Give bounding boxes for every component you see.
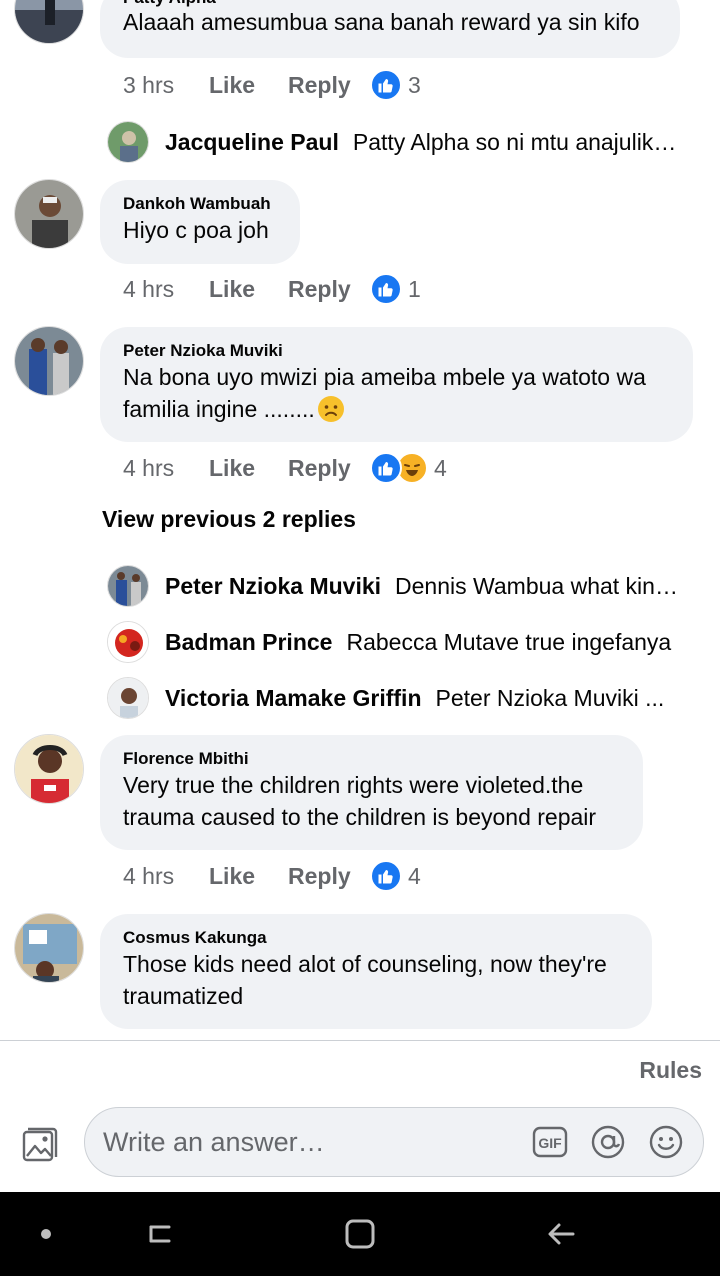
- avatar[interactable]: [107, 677, 149, 719]
- back-icon[interactable]: [542, 1216, 582, 1252]
- view-previous-replies-link[interactable]: View previous 2 replies: [102, 506, 356, 533]
- reply-author[interactable]: Peter Nzioka Muviki: [165, 573, 381, 600]
- system-navigation-bar: [0, 1192, 720, 1276]
- reply-button[interactable]: Reply: [288, 72, 370, 99]
- avatar[interactable]: [14, 734, 84, 804]
- comment-text-line-row: familia ingine ........: [123, 393, 670, 425]
- reply-text: Dennis Wambua what kind of: [395, 572, 694, 599]
- thumbs-up-icon: [370, 860, 402, 892]
- avatar[interactable]: [107, 621, 149, 663]
- comment-author[interactable]: Cosmus Kakunga: [123, 928, 629, 948]
- comment-bubble[interactable]: Cosmus Kakunga Those kids need alot of c…: [100, 914, 652, 1029]
- reply-button[interactable]: Reply: [288, 863, 370, 890]
- reply-button[interactable]: Reply: [288, 455, 370, 482]
- comment-bubble[interactable]: Patty Alpha Alaaah amesumbua sana banah …: [100, 0, 680, 58]
- reaction-count: 4: [408, 862, 421, 889]
- home-icon[interactable]: [340, 1216, 380, 1252]
- avatar[interactable]: [107, 121, 149, 163]
- sad-face-emoji-icon: [317, 395, 345, 423]
- like-button[interactable]: Like: [209, 276, 288, 303]
- comment-text: Hiyo c poa joh: [123, 217, 269, 243]
- answer-composer: Rules Write an answer… GIF: [0, 1040, 720, 1192]
- avatar[interactable]: [107, 565, 149, 607]
- comment-time[interactable]: 4 hrs: [123, 863, 209, 890]
- comment-actions: 3 hrs Like Reply 3: [123, 67, 421, 103]
- reaction-summary[interactable]: 1: [370, 273, 421, 305]
- reaction-count: 1: [408, 275, 421, 302]
- reply-text: Rabecca Mutave true ingefanya: [346, 628, 672, 655]
- composer-actions: GIF: [531, 1123, 703, 1161]
- comment-bubble[interactable]: Peter Nzioka Muviki Na bona uyo mwizi pi…: [100, 327, 693, 442]
- comment-text: Alaaah amesumbua sana banah reward ya si…: [123, 9, 640, 35]
- avatar[interactable]: [14, 326, 84, 396]
- comment-text-line: Na bona uyo mwizi pia ameiba mbele ya wa…: [123, 364, 646, 390]
- comment-actions: 4 hrs Like Reply 4: [123, 450, 447, 486]
- comment-time[interactable]: 4 hrs: [123, 455, 209, 482]
- reply-text: Patty Alpha so ni mtu anajulikana: [352, 128, 692, 155]
- reaction-count: 3: [408, 71, 421, 98]
- comment-text-line: Those kids need alot of counseling, now …: [123, 951, 607, 977]
- recent-apps-icon[interactable]: [140, 1216, 180, 1252]
- comment-actions: 4 hrs Like Reply 4: [123, 858, 421, 894]
- reaction-summary[interactable]: 4: [370, 452, 447, 484]
- gif-icon-label: GIF: [538, 1135, 562, 1151]
- comment-text-line: familia ingine ........: [123, 396, 315, 422]
- reaction-summary[interactable]: 4: [370, 860, 421, 892]
- thumbs-up-icon: [370, 452, 402, 484]
- thumbs-up-icon: [370, 273, 402, 305]
- reply-text: Peter Nzioka Muviki ...: [435, 684, 665, 711]
- comments-feed[interactable]: Patty Alpha Alaaah amesumbua sana banah …: [0, 0, 720, 1040]
- reply-author[interactable]: Victoria Mamake Griffin: [165, 685, 422, 712]
- like-button[interactable]: Like: [209, 863, 288, 890]
- dot-indicator-icon[interactable]: [26, 1216, 66, 1252]
- answer-input-placeholder[interactable]: Write an answer…: [103, 1127, 531, 1158]
- emoji-icon[interactable]: [647, 1123, 685, 1161]
- reaction-count: 4: [434, 454, 447, 481]
- reply-author[interactable]: Jacqueline Paul: [165, 129, 339, 156]
- answer-input[interactable]: Write an answer… GIF: [84, 1107, 704, 1177]
- reply-preview[interactable]: Jacqueline Paul Patty Alpha so ni mtu an…: [107, 120, 707, 164]
- comment-author[interactable]: Dankoh Wambuah: [123, 194, 277, 214]
- like-button[interactable]: Like: [209, 72, 288, 99]
- comment-text-line: trauma caused to the children is beyond …: [123, 804, 597, 830]
- comment-text-line: Very true the children rights were viole…: [123, 772, 584, 798]
- gif-icon[interactable]: GIF: [531, 1123, 569, 1161]
- avatar[interactable]: [14, 0, 84, 44]
- thumbs-up-icon: [370, 69, 402, 101]
- rules-link[interactable]: Rules: [639, 1057, 702, 1084]
- comment-text: Those kids need alot of counseling, now …: [123, 948, 629, 1012]
- comment-text-line: traumatized: [123, 983, 244, 1009]
- comment-author[interactable]: Peter Nzioka Muviki: [123, 341, 670, 361]
- comment-bubble[interactable]: Dankoh Wambuah Hiyo c poa joh: [100, 180, 300, 264]
- avatar[interactable]: [14, 179, 84, 249]
- mention-icon[interactable]: [589, 1123, 627, 1161]
- reply-button[interactable]: Reply: [288, 276, 370, 303]
- comment-text: Very true the children rights were viole…: [123, 769, 620, 833]
- like-button[interactable]: Like: [209, 455, 288, 482]
- reply-author[interactable]: Badman Prince: [165, 629, 332, 656]
- reaction-summary[interactable]: 3: [370, 69, 421, 101]
- comment-text: Na bona uyo mwizi pia ameiba mbele ya wa…: [123, 361, 670, 425]
- reply-preview[interactable]: Peter Nzioka Muviki Dennis Wambua what k…: [107, 564, 707, 608]
- reply-preview[interactable]: Badman Prince Rabecca Mutave true ingefa…: [107, 620, 707, 664]
- comment-bubble[interactable]: Florence Mbithi Very true the children r…: [100, 735, 643, 850]
- comment-time[interactable]: 3 hrs: [123, 72, 209, 99]
- photo-icon[interactable]: [20, 1125, 60, 1165]
- comment-actions: 4 hrs Like Reply 1: [123, 271, 421, 307]
- comment-time[interactable]: 4 hrs: [123, 276, 209, 303]
- comment-author[interactable]: Florence Mbithi: [123, 749, 620, 769]
- reply-preview[interactable]: Victoria Mamake Griffin Peter Nzioka Muv…: [107, 676, 707, 720]
- avatar[interactable]: [14, 913, 84, 983]
